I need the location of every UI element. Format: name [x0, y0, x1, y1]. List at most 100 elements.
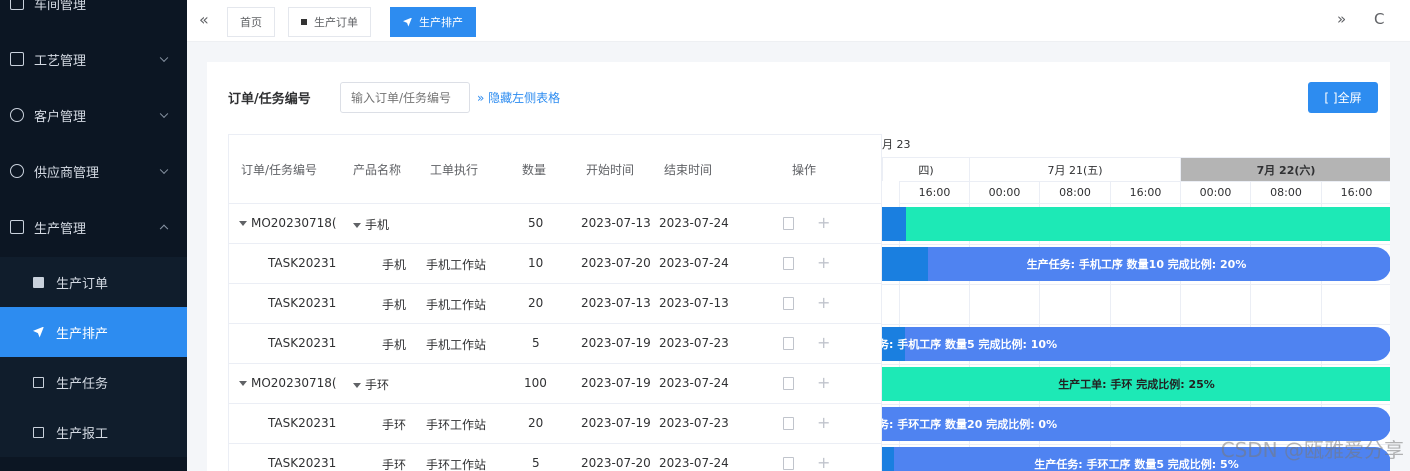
col-header: 开始时间	[586, 163, 635, 177]
plus-icon[interactable]: +	[817, 413, 830, 432]
gantt-progress-fill	[882, 207, 906, 241]
col-header: 产品名称	[353, 163, 402, 177]
gantt-order-bar[interactable]: 生产工单: 手环 完成比例: 25%	[882, 367, 1390, 401]
hide-left-table-link[interactable]: » 隐藏左侧表格	[477, 89, 560, 106]
plus-icon[interactable]: +	[817, 373, 830, 392]
gantt-day-label: 四)	[918, 163, 934, 177]
document-icon[interactable]	[783, 297, 794, 310]
sidebar-subitem-production-task[interactable]: 生产任务	[0, 357, 187, 407]
sidebar-item-workshop[interactable]: 车间管理	[0, 0, 187, 28]
row-station: 手环工作站	[426, 418, 487, 432]
row-product: 手机	[382, 258, 407, 272]
report-icon	[33, 426, 44, 438]
task-row[interactable]: TASK20231 手环 手环工作站 5 2023-07-20 2023-07-24 +	[229, 444, 881, 471]
col-header: 工单执行	[430, 163, 479, 177]
sidebar-item-process[interactable]: 工艺管理	[0, 34, 187, 84]
row-id: TASK20231	[268, 256, 337, 270]
row-start: 2023-07-20	[581, 256, 651, 270]
document-icon[interactable]	[783, 337, 794, 350]
plus-icon[interactable]: +	[817, 453, 830, 471]
document-icon[interactable]	[783, 417, 794, 430]
gantt-bar-label: 务: 手机工序 数量5 完成比例: 10%	[882, 338, 1058, 351]
fullscreen-button[interactable]: [ ]全屏	[1308, 82, 1378, 113]
row-station: 手环工作站	[426, 458, 487, 471]
sidebar-item-customer[interactable]: 客户管理	[0, 90, 187, 140]
gantt-progress-fill	[882, 367, 940, 401]
row-id[interactable]: MO20230718(	[239, 216, 337, 230]
gantt-task-bar[interactable]: 生产任务: 手机工序 数量10 完成比例: 20%	[882, 247, 1390, 281]
gantt-hour-label: 16:00	[1129, 186, 1162, 199]
row-product: 手机	[382, 298, 407, 312]
tab-production-order[interactable]: 生产订单	[288, 7, 371, 37]
order-row[interactable]: MO20230718(手环 100 2023-07-19 2023-07-24 +	[229, 364, 881, 404]
sidebar-subitem-production-schedule[interactable]: 生产排产	[0, 307, 187, 357]
sidebar-item-label: 车间管理	[34, 0, 87, 13]
document-icon[interactable]	[783, 257, 794, 270]
task-row[interactable]: TASK20231 手机 手机工作站 5 2023-07-19 2023-07-23 +	[229, 324, 881, 364]
gantt-hour: 00:00	[969, 181, 1039, 204]
row-id: TASK20231	[268, 296, 337, 310]
task-row[interactable]: TASK20231 手机 手机工作站 20 2023-07-13 2023-07-13 +	[229, 284, 881, 324]
order-task-search-input[interactable]	[340, 82, 470, 113]
task-row[interactable]: TASK20231 手环 手环工作站 20 2023-07-19 2023-07-23 +	[229, 404, 881, 444]
chevron-down-icon	[159, 165, 169, 175]
expand-caret-icon[interactable]	[353, 383, 361, 388]
gantt-hour: 16:00	[1110, 181, 1180, 204]
expand-caret-icon[interactable]	[239, 221, 247, 226]
document-icon[interactable]	[783, 217, 794, 230]
row-station: 手机工作站	[426, 258, 487, 272]
row-id[interactable]: MO20230718(	[239, 376, 337, 390]
customer-icon	[10, 108, 24, 122]
task-row[interactable]: TASK20231 手机 手机工作站 10 2023-07-20 2023-07-24 +	[229, 244, 881, 284]
expand-caret-icon[interactable]	[353, 223, 361, 228]
sidebar-subitem-label: 生产任务	[56, 376, 109, 392]
row-product: 手环	[353, 376, 389, 393]
row-id: TASK20231	[268, 456, 337, 470]
col-header: 数量	[522, 163, 547, 177]
tab-home[interactable]: 首页	[227, 7, 275, 37]
document-icon[interactable]	[783, 377, 794, 390]
document-icon[interactable]	[783, 457, 794, 470]
gantt-bar-label: 务: 手环工序 数量20 完成比例: 0%	[882, 418, 1058, 431]
schedule-card: 订单/任务编号 » 隐藏左侧表格 [ ]全屏 订单/任务编号 产品名称 工单执行…	[207, 62, 1390, 471]
gantt-task-bar[interactable]: 务: 手机工序 数量5 完成比例: 10%	[882, 327, 1390, 361]
order-row[interactable]: MO20230718(手机 50 2023-07-13 2023-07-24 +	[229, 204, 881, 244]
gantt-bar-label: 生产任务: 手机工序 数量10 完成比例: 20%	[1026, 258, 1247, 271]
chevron-down-icon	[159, 53, 169, 63]
row-end: 2023-07-24	[659, 376, 729, 390]
sidebar-subitem-production-order[interactable]: 生产订单	[0, 257, 187, 307]
gantt-row-line	[882, 244, 1390, 245]
gantt-progress-fill	[882, 247, 928, 281]
gantt-hour-label: 16:00	[1340, 186, 1373, 199]
expand-caret-icon[interactable]	[239, 381, 247, 386]
gantt-row-line	[882, 404, 1390, 405]
row-start: 2023-07-13	[581, 216, 651, 230]
row-product-text: 手环	[365, 378, 390, 392]
row-start: 2023-07-19	[581, 336, 651, 350]
tab-production-schedule[interactable]: 生产排产	[390, 7, 476, 37]
send-icon	[403, 17, 412, 27]
gantt-hour: 08:00	[1250, 181, 1321, 204]
sidebar-subitem-production-report[interactable]: 生产报工	[0, 407, 187, 457]
gantt-hour-label: 00:00	[988, 186, 1021, 199]
scroll-tabs-right-icon[interactable]: »	[1337, 10, 1346, 28]
gantt-hour-label: 00:00	[1199, 186, 1232, 199]
sidebar-item-production[interactable]: 生产管理	[0, 202, 187, 252]
refresh-icon[interactable]: C	[1374, 10, 1384, 28]
gantt-hour-label: 08:00	[1270, 186, 1302, 199]
row-end: 2023-07-23	[659, 416, 729, 430]
gantt-month-label: 月 23	[882, 138, 911, 151]
gantt-order-bar[interactable]	[882, 207, 1390, 241]
row-id-text: MO20230718(	[251, 216, 337, 230]
collapse-sidebar-icon[interactable]: «	[199, 10, 209, 29]
plus-icon[interactable]: +	[817, 213, 830, 232]
plus-icon[interactable]: +	[817, 333, 830, 352]
sidebar-item-supplier[interactable]: 供应商管理	[0, 146, 187, 196]
plus-icon[interactable]: +	[817, 253, 830, 272]
row-end: 2023-07-24	[659, 456, 729, 470]
col-header: 结束时间	[664, 163, 713, 177]
process-icon	[10, 52, 24, 66]
col-header: 操作	[792, 163, 817, 177]
plus-icon[interactable]: +	[817, 293, 830, 312]
main-content: 订单/任务编号 » 隐藏左侧表格 [ ]全屏 订单/任务编号 产品名称 工单执行…	[187, 42, 1410, 471]
